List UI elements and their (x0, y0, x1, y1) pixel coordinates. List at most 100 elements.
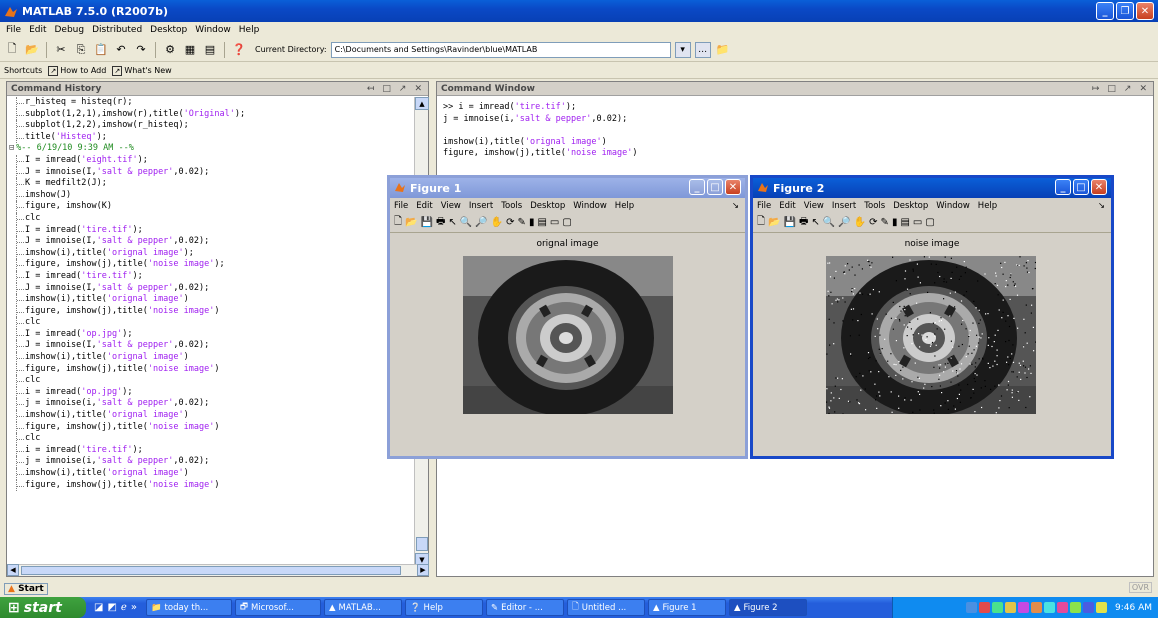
figure-window-2[interactable]: Figure 2 _ □ ✕ File Edit View Insert Tools De… (750, 175, 1114, 459)
menu-item-desktop[interactable]: Desktop (150, 25, 187, 35)
figure-menu-help[interactable]: Help (978, 201, 997, 211)
new-file-icon[interactable]: 🗋 (4, 42, 20, 58)
history-entry[interactable]: figure, imshow(j),title('noise image') (7, 363, 415, 376)
scroll-thumb[interactable] (21, 566, 401, 575)
taskbar-task[interactable]: ▲ MATLAB... (323, 599, 402, 616)
figure-menu-window[interactable]: Window (936, 201, 970, 211)
open-icon[interactable]: 📂 (405, 217, 417, 228)
maximize-button[interactable]: □ (1073, 179, 1089, 195)
copy-icon[interactable]: ⎘ (73, 42, 89, 58)
history-entry[interactable]: imshow(i),title('orignal image') (7, 468, 415, 480)
cut-icon[interactable]: ✂ (53, 42, 69, 58)
save-icon[interactable]: 💾 (421, 217, 433, 228)
history-entry[interactable]: clc (7, 212, 415, 225)
history-entry[interactable]: figure, imshow(j),title('noise image') (7, 305, 415, 318)
legend-icon[interactable]: ▤ (900, 217, 909, 228)
tray-icon[interactable] (1031, 602, 1042, 613)
rotate-icon[interactable]: ⟳ (869, 217, 877, 228)
open-folder-icon[interactable]: 📂 (24, 42, 40, 58)
colorbar-icon[interactable]: ▮ (892, 217, 898, 228)
redo-icon[interactable]: ↷ (133, 42, 149, 58)
history-entry[interactable]: imshow(i),title('orignal image') (7, 410, 415, 422)
history-entry[interactable]: clc (7, 317, 415, 329)
main-titlebar[interactable]: MATLAB 7.5.0 (R2007b) _ ❐ ✕ (0, 0, 1158, 22)
figure-menu-file[interactable]: File (394, 201, 408, 211)
history-entry[interactable]: j = imnoise(i,'salt & pepper',0.02); (7, 398, 415, 411)
history-entry[interactable]: imshow(i),title('orignal image'); (7, 247, 415, 260)
history-entry[interactable]: J = imnoise(I,'salt & pepper',0.02); (7, 236, 415, 248)
pin-icon[interactable]: ↗ (399, 84, 407, 94)
figure-menu-edit[interactable]: Edit (779, 201, 795, 211)
tray-icon[interactable] (1044, 602, 1055, 613)
new-figure-icon[interactable]: 🗋 (394, 214, 402, 231)
history-entry[interactable]: I = imread('op.jpg'); (7, 328, 415, 341)
tray-icon[interactable] (1083, 602, 1094, 613)
taskbar-task[interactable]: ▲ Figure 2 (728, 599, 807, 616)
minimize-button[interactable]: _ (1055, 179, 1071, 195)
tray-icon[interactable] (1070, 602, 1081, 613)
help-icon[interactable]: ❓ (231, 42, 247, 58)
history-entry[interactable]: figure, imshow(j),title('noise image') (7, 479, 415, 492)
taskbar-task[interactable]: ▲ Figure 1 (647, 599, 726, 616)
tray-icon[interactable] (992, 602, 1003, 613)
history-entry[interactable]: clc (7, 433, 415, 445)
history-entry[interactable]: I = imread('tire.tif'); (7, 224, 415, 237)
history-entry[interactable]: imshow(i),title('orignal image') (7, 352, 415, 364)
start-button[interactable]: ⊞ start (0, 597, 86, 618)
data-cursor-icon[interactable]: ✎ (518, 217, 526, 228)
menu-item-debug[interactable]: Debug (55, 25, 85, 35)
figure-menu-window[interactable]: Window (573, 201, 607, 211)
zoom-in-icon[interactable]: 🔍 (460, 217, 472, 228)
figure-menu-file[interactable]: File (757, 201, 771, 211)
history-entry[interactable]: figure, imshow(j),title('noise image'); (7, 259, 415, 271)
shortcut-how-to-add[interactable]: ↗ How to Add (48, 65, 106, 76)
simulink-icon[interactable]: ⚙ (162, 42, 178, 58)
tray-icon[interactable] (1018, 602, 1029, 613)
menu-item-edit[interactable]: Edit (29, 25, 46, 35)
menu-item-distributed[interactable]: Distributed (92, 25, 142, 35)
tray-icon[interactable] (979, 602, 990, 613)
zoom-out-icon[interactable]: 🔎 (838, 217, 850, 228)
taskbar-task[interactable]: ✎ Editor - ... (485, 599, 564, 616)
history-entry[interactable]: I = imread('eight.tif'); (7, 154, 415, 167)
taskbar-task[interactable]: 🗗 Microsof... (234, 599, 321, 616)
history-entry[interactable]: r_histeq = histeq(r); (7, 97, 415, 109)
quick-launch-icon[interactable]: ◪ (94, 602, 103, 613)
history-entry[interactable]: ⊟ %-- 6/19/10 9:39 AM --% (7, 143, 415, 155)
directory-dropdown-button[interactable]: ▾ (674, 41, 691, 58)
show-plot-tools-icon[interactable]: ▢ (925, 217, 934, 228)
pan-hand-icon[interactable]: ✋ (491, 217, 503, 228)
current-directory-input[interactable]: C:\Documents and Settings\Ravinder\blue\… (330, 41, 671, 58)
browse-button[interactable]: … (694, 41, 711, 58)
close-button[interactable]: ✕ (725, 179, 741, 195)
figure-menu-tools[interactable]: Tools (864, 201, 885, 211)
guide-icon[interactable]: ▦ (182, 42, 198, 58)
history-entry[interactable]: i = imread('tire.tif'); (7, 444, 415, 457)
chevron-icon[interactable]: » (131, 602, 137, 613)
history-entry[interactable]: j = imnoise(i,'salt & pepper',0.02); (7, 456, 415, 468)
close-button[interactable]: ✕ (1136, 2, 1154, 20)
menu-item-window[interactable]: Window (195, 25, 231, 35)
save-icon[interactable]: 💾 (784, 217, 796, 228)
print-icon[interactable]: 🖶 (799, 214, 808, 231)
scroll-left-icon[interactable]: ◀ (7, 564, 19, 576)
history-entry[interactable]: subplot(1,2,2),imshow(r_histeq); (7, 120, 415, 132)
close-panel-icon[interactable]: ✕ (1139, 84, 1147, 94)
history-entry[interactable]: imshow(J) (7, 189, 415, 202)
history-horizontal-scrollbar[interactable]: ◀ ▶ (7, 564, 429, 576)
zoom-out-icon[interactable]: 🔎 (475, 217, 487, 228)
figure-2-titlebar[interactable]: Figure 2 _ □ ✕ (753, 178, 1111, 198)
history-entry[interactable]: figure, imshow(K) (7, 201, 415, 213)
up-folder-icon[interactable]: 📁 (715, 42, 731, 58)
close-button[interactable]: ✕ (1091, 179, 1107, 195)
history-entry[interactable]: J = imnoise(I,'salt & pepper',0.02); (7, 282, 415, 295)
tray-icon[interactable] (1005, 602, 1016, 613)
figure-1-titlebar[interactable]: Figure 1 _ □ ✕ (390, 178, 745, 198)
menu-item-help[interactable]: Help (239, 25, 260, 35)
maximize-button[interactable]: ❐ (1116, 2, 1134, 20)
figure-menu-help[interactable]: Help (615, 201, 634, 211)
colorbar-icon[interactable]: ▮ (529, 217, 535, 228)
menu-overflow-icon[interactable]: ↘ (732, 201, 739, 211)
shortcut-whats-new[interactable]: ↗ What's New (112, 65, 172, 76)
paste-icon[interactable]: 📋 (93, 42, 109, 58)
